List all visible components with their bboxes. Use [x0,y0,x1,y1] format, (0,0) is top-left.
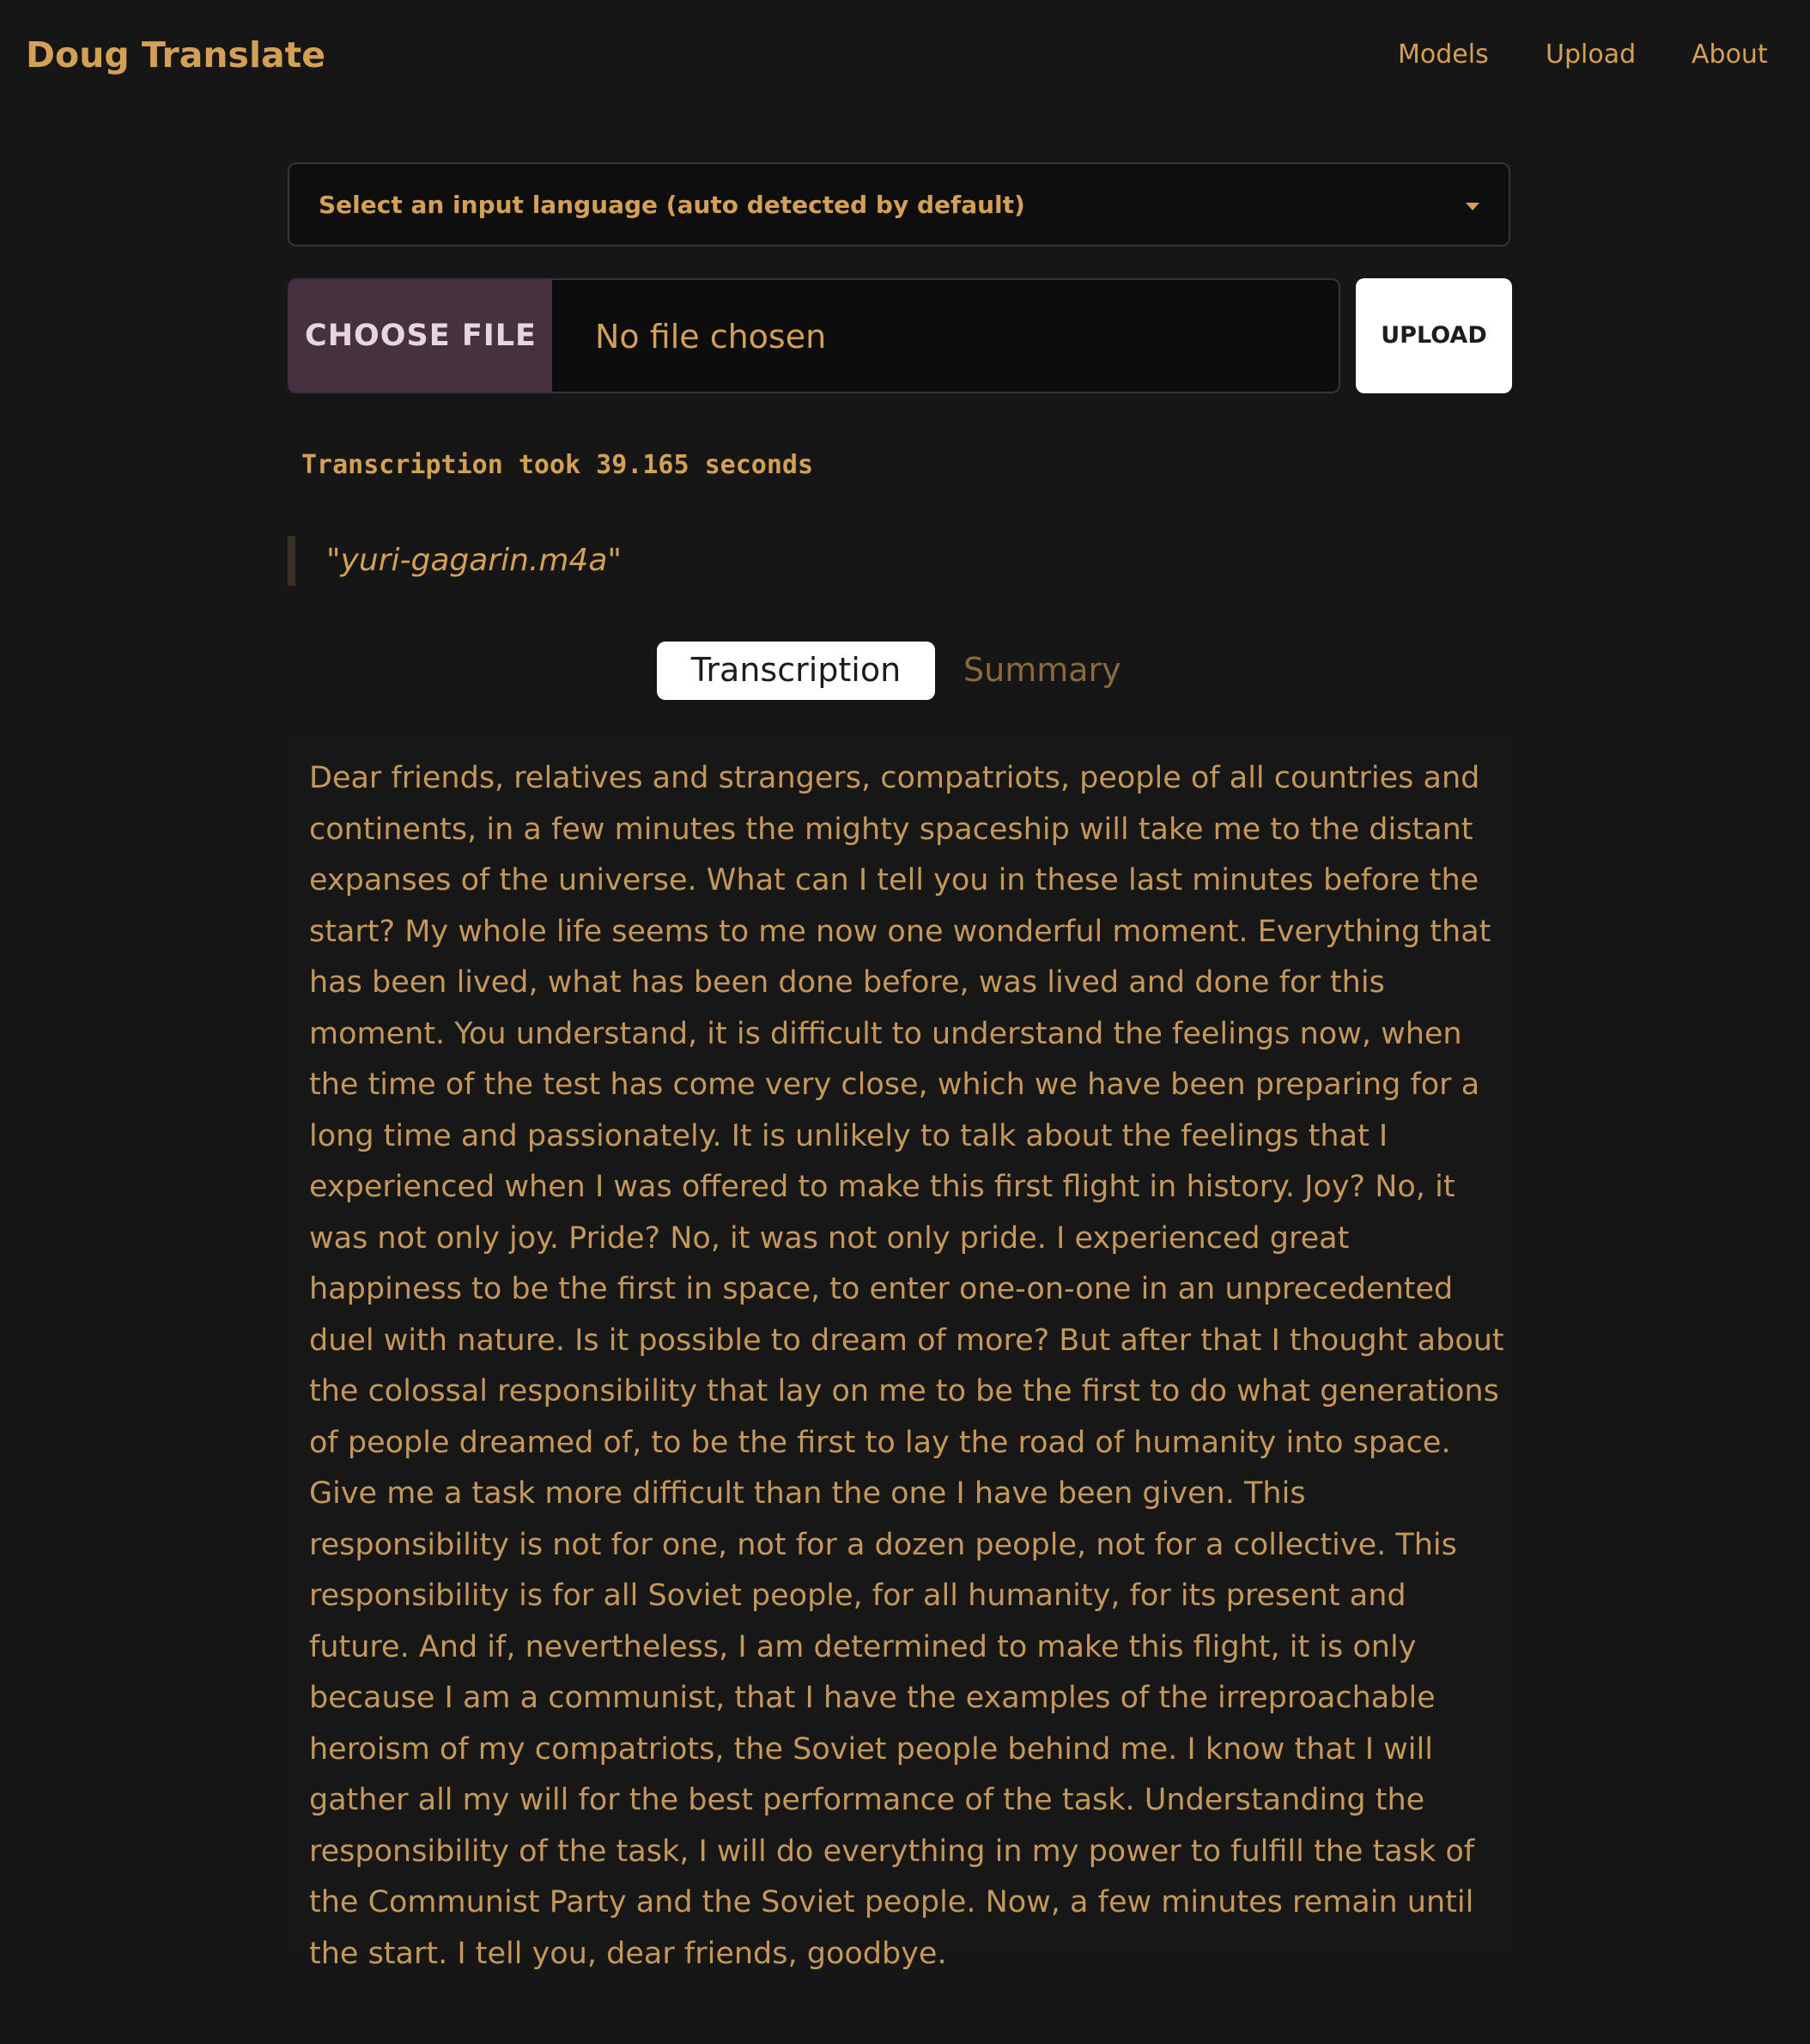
chevron-down-icon [1466,203,1479,210]
choose-file-button[interactable]: CHOOSE FILE [289,280,552,392]
language-select[interactable]: Select an input language (auto detected … [288,162,1510,246]
file-status-text: No file chosen [595,318,827,356]
transcription-timing: Transcription took 39.165 seconds [301,450,814,480]
nav-link-about[interactable]: About [1692,38,1768,72]
navbar: Doug Translate Models Upload About [0,0,1810,110]
language-select-value: Select an input language (auto detected … [319,191,1025,219]
file-input[interactable]: CHOOSE FILE No file chosen [288,278,1340,393]
tab-transcription[interactable]: Transcription [657,642,935,700]
transcription-text: Dear friends, relatives and strangers, c… [309,761,1504,1971]
brand-logo[interactable]: Doug Translate [26,31,325,79]
tab-summary[interactable]: Summary [963,642,1121,700]
filename-blockquote: "yuri-gagarin.m4a" [288,536,622,586]
nav-link-models[interactable]: Models [1398,38,1489,72]
transcription-panel: Dear friends, relatives and strangers, c… [288,734,1512,1971]
nav-link-upload[interactable]: Upload [1546,38,1636,72]
upload-button[interactable]: UPLOAD [1356,278,1512,393]
filename-text: "yuri-gagarin.m4a" [326,543,622,578]
